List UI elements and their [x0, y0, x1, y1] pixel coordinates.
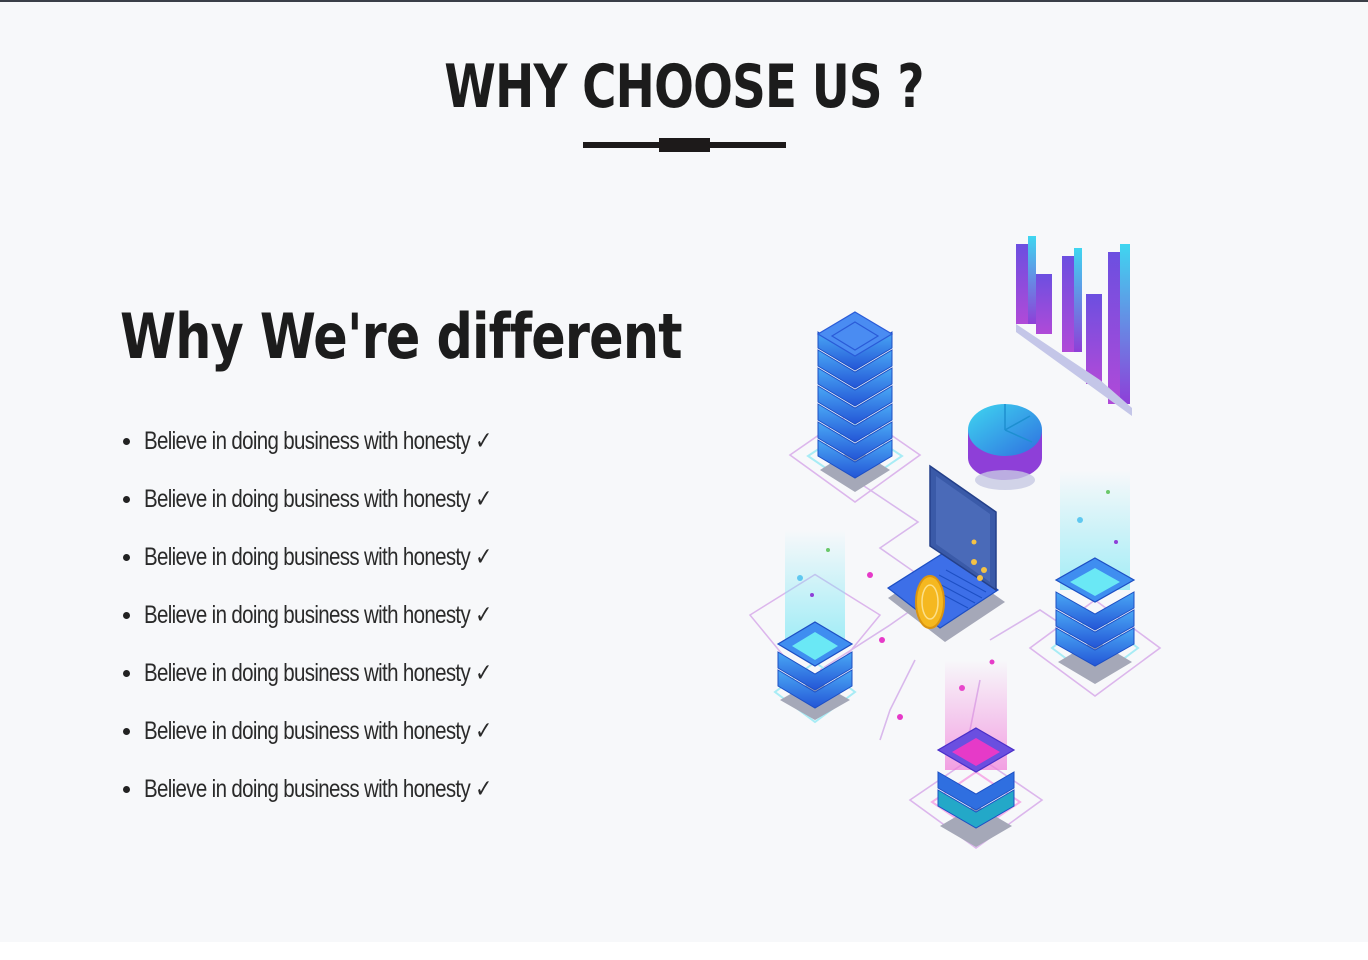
feature-text: Believe in doing business with honesty ✓ — [144, 485, 492, 513]
bullet-icon — [123, 669, 130, 677]
feature-item: Believe in doing business with honesty ✓ — [120, 412, 568, 470]
feature-text: Believe in doing business with honesty ✓ — [144, 775, 492, 803]
feature-list: Believe in doing business with honesty ✓… — [120, 412, 568, 818]
bullet-icon — [123, 553, 130, 561]
feature-text: Believe in doing business with honesty ✓ — [144, 543, 492, 571]
title-divider — [583, 138, 786, 152]
sub-title: Why We're different — [120, 300, 683, 373]
bullet-icon — [123, 611, 130, 619]
feature-item: Believe in doing business with honesty ✓ — [120, 586, 568, 644]
bullet-icon — [123, 495, 130, 503]
feature-item: Believe in doing business with honesty ✓ — [120, 528, 568, 586]
feature-text: Believe in doing business with honesty ✓ — [144, 601, 492, 629]
bullet-icon — [123, 437, 130, 445]
isometric-servers-laptop-illustration-icon — [748, 236, 1162, 849]
feature-item: Believe in doing business with honesty ✓ — [120, 470, 568, 528]
why-choose-us-section: WHY CHOOSE US ? Why We're different Beli… — [0, 2, 1368, 942]
feature-text: Believe in doing business with honesty ✓ — [144, 427, 492, 455]
bullet-icon — [123, 727, 130, 735]
feature-item: Believe in doing business with honesty ✓ — [120, 644, 568, 702]
feature-text: Believe in doing business with honesty ✓ — [144, 717, 492, 745]
feature-item: Believe in doing business with honesty ✓ — [120, 702, 568, 760]
section-title: WHY CHOOSE US ? — [444, 52, 924, 122]
divider-block — [659, 138, 710, 152]
bullet-icon — [123, 785, 130, 793]
feature-text: Believe in doing business with honesty ✓ — [144, 659, 492, 687]
feature-item: Believe in doing business with honesty ✓ — [120, 760, 568, 818]
